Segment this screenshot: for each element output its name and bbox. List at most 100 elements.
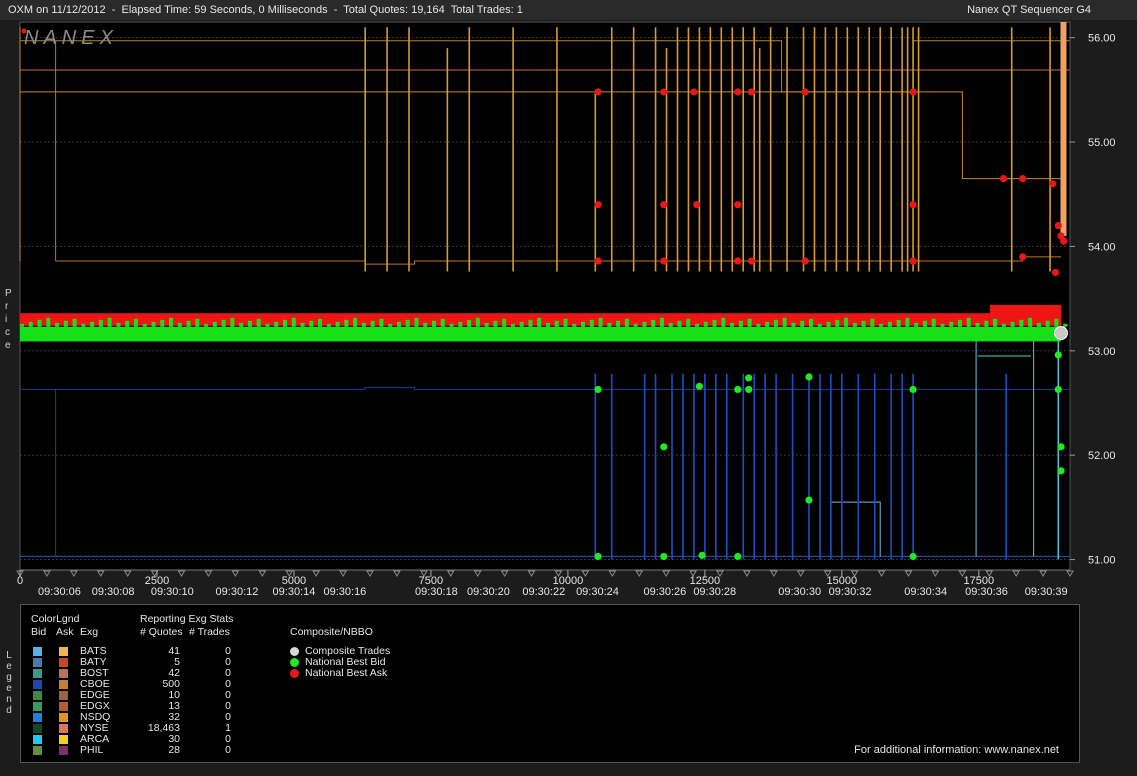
nbo-point [1019, 253, 1027, 261]
nbb-band-jitter [265, 323, 270, 327]
nbb-band-jitter [914, 322, 919, 327]
nbo-point [1054, 221, 1062, 230]
nbb-band-jitter [686, 318, 691, 327]
nbb-band-jitter [791, 322, 796, 327]
color-legend-title: ColorLgnd [31, 613, 80, 625]
nbb-band-jitter [554, 320, 559, 327]
composite-dot [290, 658, 299, 667]
nbo-point [660, 88, 668, 96]
ask-color-swatch [59, 713, 68, 722]
nbo-point [909, 257, 917, 265]
nbb-band-jitter [274, 321, 279, 327]
nbb-band-jitter [142, 323, 147, 327]
nbb-band-jitter [125, 320, 130, 327]
nbb-point [734, 385, 742, 394]
nbb-band-jitter [730, 322, 735, 327]
col-quotes-header: # Quotes [140, 626, 183, 638]
time-tick-label: 09:30:14 [273, 586, 316, 598]
y-axis-label-letter: i [5, 314, 7, 325]
nbo-point [594, 257, 602, 265]
nbo-point [1051, 268, 1060, 277]
nbb-band-jitter [440, 318, 445, 327]
col-exg-header: Exg [80, 626, 99, 638]
nbb-band-jitter [589, 319, 594, 327]
nbb-band-jitter [256, 318, 261, 327]
time-tick-label: 09:30:06 [38, 586, 81, 598]
nbb-band-jitter [537, 317, 542, 327]
nbb-band-jitter [291, 317, 296, 327]
nbb-band-jitter [887, 321, 892, 327]
time-tick-label: 09:30:22 [522, 586, 565, 598]
nbb-point [695, 382, 703, 390]
ask-color-swatch [59, 680, 68, 689]
col-ask-header: Ask [56, 626, 74, 638]
nbb-band-jitter [344, 319, 349, 327]
nbb-band-jitter [116, 322, 121, 327]
nbb-band-jitter [502, 318, 507, 327]
composite-dot [290, 647, 299, 656]
nbb-band-jitter [326, 323, 331, 327]
nbb-band-jitter [239, 322, 244, 327]
nbb-band-jitter [90, 321, 95, 327]
nbb-band-jitter [432, 320, 437, 327]
footer-link[interactable]: For additional information: www.nanex.ne… [854, 744, 1059, 756]
bid-color-swatch [33, 658, 42, 667]
nbb-band-jitter [817, 323, 822, 327]
nbb-band-jitter [98, 319, 103, 327]
nbb-band-jitter [668, 322, 673, 327]
price-chart[interactable]: NANEX Price 51.0052.0053.0054.0055.0056.… [0, 20, 1137, 602]
nbb-band-jitter [581, 321, 586, 327]
nbb-band-jitter [905, 317, 910, 327]
nbo-band-late [989, 304, 1062, 326]
nbb-band-jitter [449, 323, 454, 327]
nbb-band-jitter [160, 319, 165, 327]
y-tick-label: 51.00 [1088, 555, 1116, 567]
col-trades-header: # Trades [189, 626, 230, 638]
nbb-band-jitter [55, 322, 60, 327]
nbb-band-jitter [510, 323, 515, 327]
nbb-point [805, 496, 813, 504]
nbo-point [747, 257, 756, 265]
nbb-band-jitter [458, 321, 463, 327]
nbb-band-jitter [773, 319, 778, 327]
nbb-band-jitter [151, 321, 156, 327]
nbb-band-jitter [396, 321, 401, 327]
nbb-band-jitter [1019, 319, 1024, 327]
nbb-band-jitter [826, 321, 831, 327]
nbb-band-jitter [966, 317, 971, 327]
nbo-point [801, 257, 809, 265]
bid-color-swatch [33, 680, 42, 689]
nbo-point [594, 201, 602, 209]
bid-color-swatch [33, 702, 42, 711]
exchange-quotes: 28 [168, 744, 180, 756]
ask-color-swatch [59, 669, 68, 678]
nbb-band-jitter [379, 318, 384, 327]
nbb-band-jitter [808, 318, 813, 327]
time-tick-label: 09:30:34 [904, 586, 947, 598]
ask-color-swatch [59, 702, 68, 711]
nbb-point [594, 552, 602, 561]
nbb-band-jitter [195, 318, 200, 327]
nbo-point [1060, 237, 1068, 245]
y-axis-label-letter: P [5, 288, 12, 299]
nbb-band-jitter [721, 317, 726, 327]
y-axis-label-letter: c [5, 327, 10, 338]
nbb-band-jitter [1054, 318, 1059, 327]
nbb-band-jitter [414, 317, 419, 327]
time-tick-label: 09:30:10 [151, 586, 194, 598]
nbb-band-jitter [1036, 322, 1041, 327]
nbb-band-jitter [651, 319, 656, 327]
bid-color-swatch [33, 746, 42, 755]
nbb-band-jitter [844, 317, 849, 327]
bid-color-swatch [33, 691, 42, 700]
time-tick-label: 09:30:16 [323, 586, 366, 598]
bid-color-swatch [33, 669, 42, 678]
time-tick-label: 09:30:26 [643, 586, 686, 598]
nbb-band-jitter [1010, 321, 1015, 327]
nbb-band-jitter [738, 320, 743, 327]
y-tick-label: 56.00 [1088, 33, 1116, 45]
nbb-band-jitter [1063, 323, 1068, 327]
nbb-band-jitter [984, 320, 989, 327]
exchange-row: PHIL 28 0 [21, 745, 261, 756]
nbb-band-jitter [133, 318, 138, 327]
